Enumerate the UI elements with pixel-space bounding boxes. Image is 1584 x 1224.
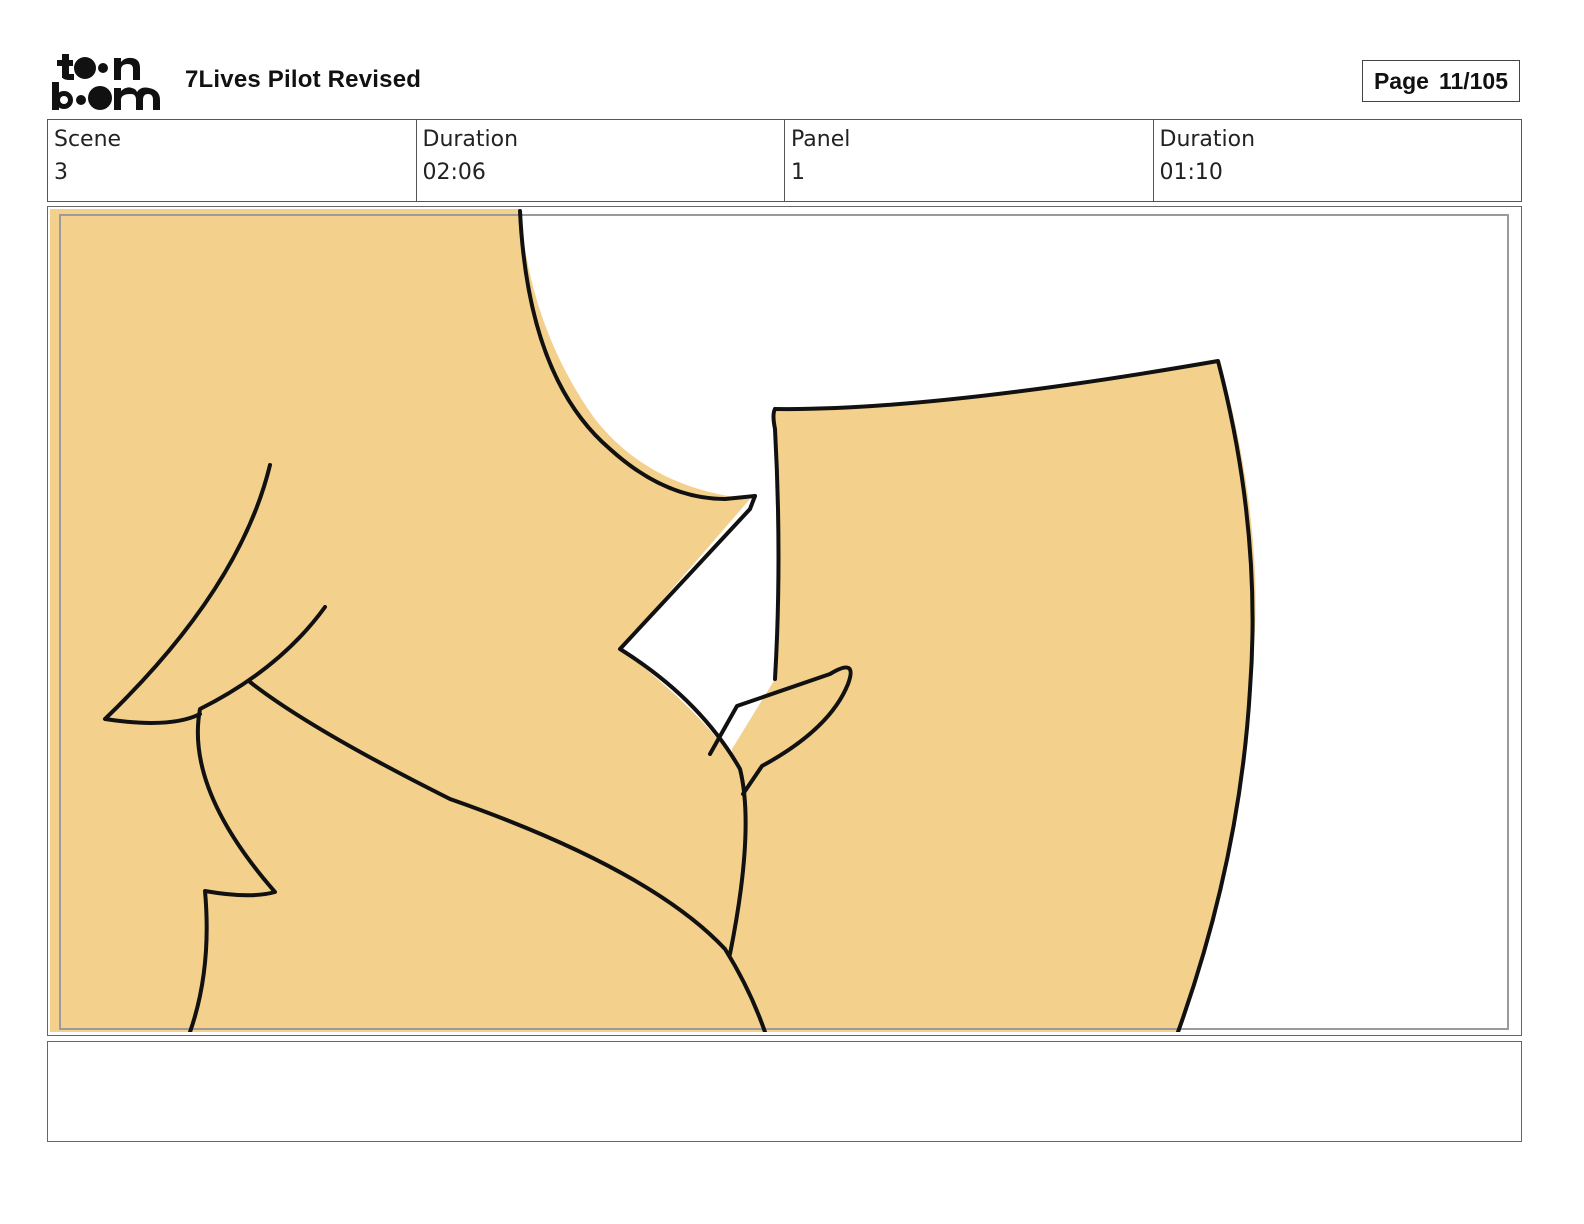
scene-cell: Scene 3 bbox=[48, 120, 417, 201]
panel-cell: Panel 1 bbox=[785, 120, 1154, 201]
panel-value: 1 bbox=[791, 160, 805, 185]
panel-info-row: Scene 3 Duration 02:06 Panel 1 Duration … bbox=[47, 119, 1522, 202]
toon-boom-logo bbox=[52, 54, 160, 110]
panel-duration-label: Duration bbox=[1159, 127, 1256, 152]
panel-notes-box bbox=[47, 1041, 1522, 1142]
scene-label: Scene bbox=[54, 127, 122, 152]
panel-duration-cell: Duration 01:10 bbox=[1154, 120, 1522, 201]
page-number: 11/105 bbox=[1438, 67, 1509, 94]
storyboard-drawing-icon bbox=[50, 209, 1509, 1032]
left-figure-fill bbox=[50, 209, 795, 1032]
panel-label: Panel bbox=[791, 127, 851, 152]
storyboard-panel bbox=[47, 206, 1522, 1036]
scene-duration-label: Duration bbox=[422, 127, 519, 152]
right-shape-fill bbox=[732, 361, 1256, 1032]
page-indicator: Page 11/105 bbox=[1362, 60, 1520, 102]
scene-value: 3 bbox=[54, 160, 68, 185]
page-label: Page bbox=[1373, 67, 1429, 94]
panel-duration-value: 01:10 bbox=[1159, 160, 1223, 185]
document-title: 7Lives Pilot Revised bbox=[185, 66, 422, 93]
scene-duration-value: 02:06 bbox=[422, 160, 486, 185]
scene-duration-cell: Duration 02:06 bbox=[417, 120, 785, 201]
